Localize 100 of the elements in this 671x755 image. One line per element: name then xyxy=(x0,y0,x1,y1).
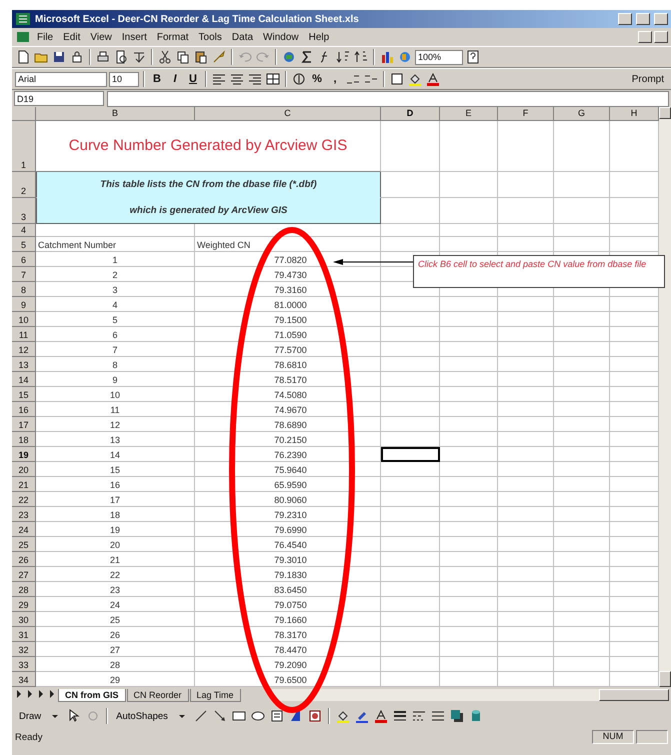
table-cell: 19 xyxy=(36,522,195,537)
row-header[interactable]: 2 xyxy=(12,172,36,198)
table-cell: 18 xyxy=(36,507,195,522)
row-header[interactable]: 18 xyxy=(12,432,36,447)
style-button[interactable]: I xyxy=(167,73,183,85)
menu-item[interactable]: Window xyxy=(259,30,303,44)
row-header[interactable]: 23 xyxy=(12,507,36,522)
draw-menu[interactable]: Draw xyxy=(16,710,44,722)
row-header[interactable]: 30 xyxy=(12,612,36,627)
table-cell: 22 xyxy=(36,567,195,582)
column-header[interactable]: C xyxy=(195,107,381,121)
table-cell: 79.6990 xyxy=(195,522,381,537)
menu-item[interactable]: File xyxy=(33,30,58,44)
table-cell: 5 xyxy=(36,312,195,327)
menu-item[interactable]: Insert xyxy=(118,30,151,44)
row-header[interactable]: 34 xyxy=(12,672,36,687)
row-header[interactable]: 4 xyxy=(12,224,36,237)
column-header[interactable]: G xyxy=(554,107,610,121)
table-cell: 6 xyxy=(36,327,195,342)
percent-button[interactable]: % xyxy=(309,73,325,85)
row-header[interactable]: 3 xyxy=(12,198,36,224)
column-heading: Weighted CN xyxy=(195,237,381,252)
table-cell: 20 xyxy=(36,537,195,552)
menu-item[interactable]: Format xyxy=(152,30,193,44)
table-cell: 81.0000 xyxy=(195,297,381,312)
column-header[interactable]: B xyxy=(36,107,195,121)
menu-item[interactable]: Data xyxy=(228,30,258,44)
row-header[interactable]: 20 xyxy=(12,462,36,477)
row-header[interactable]: 16 xyxy=(12,402,36,417)
sheet-tab[interactable]: Lag Time xyxy=(190,688,241,702)
column-header[interactable]: E xyxy=(440,107,498,121)
row-header[interactable]: 24 xyxy=(12,522,36,537)
sheet-tab[interactable]: CN from GIS xyxy=(58,688,126,702)
row-header[interactable]: 21 xyxy=(12,477,36,492)
table-cell: 15 xyxy=(36,462,195,477)
table-cell: 78.5170 xyxy=(195,372,381,387)
table-cell: 75.9640 xyxy=(195,462,381,477)
row-header[interactable]: 28 xyxy=(12,582,36,597)
row-header[interactable]: 7 xyxy=(12,267,36,282)
table-cell: 78.3170 xyxy=(195,627,381,642)
table-cell: 74.9670 xyxy=(195,402,381,417)
table-cell: 76.4540 xyxy=(195,537,381,552)
row-header[interactable]: 15 xyxy=(12,387,36,402)
column-header[interactable]: D xyxy=(381,107,440,121)
table-cell: 21 xyxy=(36,552,195,567)
table-cell: 11 xyxy=(36,402,195,417)
menu-item[interactable]: Help xyxy=(304,30,334,44)
table-cell: 16 xyxy=(36,477,195,492)
autoshapes-menu[interactable]: AutoShapes xyxy=(113,710,171,722)
table-cell: 79.0750 xyxy=(195,597,381,612)
row-header[interactable]: 33 xyxy=(12,657,36,672)
comma-button[interactable]: , xyxy=(327,73,343,85)
comment-box: Click B6 cell to select and paste CN value from dbase file xyxy=(413,255,665,288)
zoom-dropdown[interactable]: 100% xyxy=(415,50,463,64)
row-header[interactable]: 29 xyxy=(12,597,36,612)
row-header[interactable]: 6 xyxy=(12,252,36,267)
table-cell: 17 xyxy=(36,492,195,507)
row-header[interactable]: 22 xyxy=(12,492,36,507)
column-header[interactable]: F xyxy=(498,107,554,121)
style-button[interactable]: B xyxy=(149,73,165,85)
font-dropdown[interactable]: Arial xyxy=(15,72,107,86)
font-size-dropdown[interactable]: 10 xyxy=(109,72,139,86)
column-header[interactable]: H xyxy=(610,107,659,121)
note-text: which is generated by ArcView GIS xyxy=(36,198,381,224)
note-text: This table lists the CN from the dbase file (*.dbf) xyxy=(36,172,381,198)
menu-item[interactable]: View xyxy=(86,30,116,44)
table-cell: 76.2390 xyxy=(195,447,381,462)
table-cell: 79.1830 xyxy=(195,567,381,582)
row-header[interactable]: 26 xyxy=(12,552,36,567)
table-cell: 10 xyxy=(36,387,195,402)
row-header[interactable]: 17 xyxy=(12,417,36,432)
row-header[interactable]: 11 xyxy=(12,327,36,342)
row-header[interactable]: 12 xyxy=(12,342,36,357)
status-text: Ready xyxy=(15,732,42,742)
menu-item[interactable]: Tools xyxy=(194,30,226,44)
sheet-tab[interactable]: CN Reorder xyxy=(126,688,189,702)
row-header[interactable]: 1 xyxy=(12,121,36,172)
row-header[interactable]: 9 xyxy=(12,297,36,312)
row-header[interactable]: 10 xyxy=(12,312,36,327)
menu-item[interactable]: Edit xyxy=(59,30,84,44)
row-header[interactable]: 8 xyxy=(12,282,36,297)
name-box[interactable]: D19 xyxy=(14,91,104,106)
table-cell: 80.9060 xyxy=(195,492,381,507)
table-cell: 27 xyxy=(36,642,195,657)
table-cell: 78.6810 xyxy=(195,357,381,372)
row-header[interactable]: 25 xyxy=(12,537,36,552)
table-cell: 28 xyxy=(36,657,195,672)
row-header[interactable]: 19 xyxy=(12,447,36,462)
row-header[interactable]: 31 xyxy=(12,627,36,642)
table-cell: 2 xyxy=(36,267,195,282)
table-cell: 79.4730 xyxy=(195,267,381,282)
row-header[interactable]: 27 xyxy=(12,567,36,582)
style-button[interactable]: U xyxy=(185,73,201,85)
row-header[interactable]: 32 xyxy=(12,642,36,657)
table-cell: 8 xyxy=(36,357,195,372)
table-cell: 1 xyxy=(36,252,195,267)
prompt-button[interactable]: Prompt xyxy=(628,72,668,86)
row-header[interactable]: 13 xyxy=(12,357,36,372)
row-header[interactable]: 5 xyxy=(12,237,36,252)
row-header[interactable]: 14 xyxy=(12,372,36,387)
